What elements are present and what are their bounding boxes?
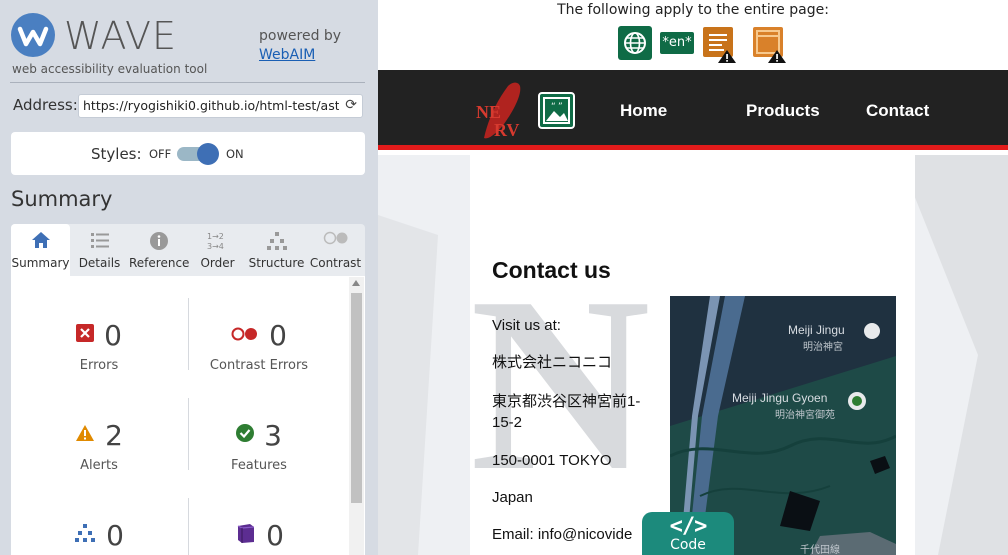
tab-summary[interactable]: Summary <box>11 224 70 276</box>
tab-order[interactable]: 1→2 3→4 Order <box>188 224 247 276</box>
contact-heading: Contact us <box>492 257 611 283</box>
contact-visit-text: Visit us at: <box>492 317 561 334</box>
error-icon <box>76 324 95 346</box>
stat-structure[interactable]: 0 <box>19 518 179 552</box>
stat-alerts[interactable]: 2 Alerts <box>19 418 179 473</box>
site-navbar: NE RV “” Home Products Contact <box>378 70 1008 150</box>
alerts-label: Alerts <box>80 458 118 473</box>
summary-panel: 0 Errors 0 Contrast Errors 2 Alerts 3 Fe… <box>11 276 365 555</box>
stat-aria[interactable]: 0 <box>179 518 339 552</box>
contrast-errors-label: Contrast Errors <box>209 358 309 373</box>
alert-icon <box>75 424 95 446</box>
svg-text:1→2: 1→2 <box>207 232 224 241</box>
image-alt-feature-icon[interactable]: “” <box>538 92 575 129</box>
scroll-up-arrow-icon[interactable] <box>352 280 360 286</box>
aria-count: 0 <box>266 518 284 552</box>
address-input[interactable]: https://ryogishiki0.github.io/html-test/… <box>78 94 363 118</box>
map-label-gyoen: Meiji Jingu Gyoen <box>732 391 828 405</box>
header-divider <box>10 82 365 83</box>
nav-products-link[interactable]: Products <box>746 101 820 121</box>
styles-label: Styles: <box>91 145 142 163</box>
panel-tabs: Summary Details Reference 1→2 3→4 Order S… <box>11 224 365 276</box>
lang-en-icon[interactable]: *en* <box>660 32 694 54</box>
map-label-bottom: 千代田線 <box>800 545 840 555</box>
contact-address-text: 東京都渋谷区神宮前1-15-2 <box>492 393 641 431</box>
powered-by-text: powered by <box>259 28 342 44</box>
styles-off-label: OFF <box>149 147 172 161</box>
contact-email-text: Email: info@nicovide <box>492 526 633 543</box>
tab-contrast[interactable]: Contrast <box>306 224 365 276</box>
alert-layout-icon[interactable] <box>752 26 786 63</box>
code-icon: </> <box>669 514 708 539</box>
order-icon: 1→2 3→4 <box>188 224 247 251</box>
language-icon[interactable] <box>618 26 652 60</box>
scroll-thumb[interactable] <box>351 293 362 503</box>
tab-structure[interactable]: Structure <box>247 224 306 276</box>
stat-features[interactable]: 3 Features <box>179 418 339 474</box>
structure-count: 0 <box>106 518 124 552</box>
list-icon <box>70 224 129 250</box>
wave-logo-icon <box>11 13 55 57</box>
tab-reference[interactable]: Reference <box>129 224 189 276</box>
tab-details[interactable]: Details <box>70 224 129 276</box>
feature-check-icon <box>236 424 255 446</box>
nav-contact-link[interactable]: Contact <box>866 101 929 121</box>
stat-errors[interactable]: 0 Errors <box>19 318 179 373</box>
structure-icon <box>247 224 306 250</box>
nav-home-link[interactable]: Home <box>620 101 667 121</box>
alerts-count: 2 <box>105 418 123 452</box>
contact-country-text: Japan <box>492 489 533 506</box>
svg-text:NE: NE <box>476 102 501 122</box>
contrast-icon <box>306 224 365 250</box>
contrast-error-icon <box>231 326 259 345</box>
home-icon <box>11 224 70 250</box>
toggle-knob[interactable] <box>197 143 219 165</box>
features-label: Features <box>231 458 287 473</box>
svg-text:3→4: 3→4 <box>207 242 224 251</box>
evaluated-page: The following apply to the entire page: … <box>378 0 1008 555</box>
summary-heading: Summary <box>11 187 113 211</box>
webaim-link[interactable]: WebAIM <box>259 47 315 63</box>
errors-count: 0 <box>104 318 122 352</box>
info-icon <box>129 224 188 250</box>
code-button-label: Code <box>670 537 706 553</box>
reload-icon[interactable]: ⟳ <box>345 97 357 113</box>
address-value[interactable]: https://ryogishiki0.github.io/html-test/… <box>83 98 339 113</box>
contact-company-text: 株式会社ニコニコ <box>492 354 613 371</box>
panel-scrollbar[interactable] <box>349 277 364 555</box>
map-label-meiji-jingu-jp: 明治神宮 <box>803 342 843 353</box>
contact-postal-text: 150-0001 TOKYO <box>492 452 612 469</box>
address-label: Address: <box>13 96 78 114</box>
background-watermark-letter: N <box>470 246 651 523</box>
page-banner-text: The following apply to the entire page: <box>557 2 829 18</box>
stat-contrast-errors[interactable]: 0 Contrast Errors <box>179 318 339 374</box>
wave-logo-text: WAVE <box>64 14 178 58</box>
wave-tagline: web accessibility evaluation tool <box>12 62 208 76</box>
contrast-errors-count: 0 <box>269 318 287 352</box>
map-label-meiji-jingu: Meiji Jingu <box>788 323 845 337</box>
wave-sidebar: WAVE web accessibility evaluation tool p… <box>0 0 378 555</box>
code-toggle-button[interactable]: </> Code <box>642 512 734 555</box>
styles-toggle[interactable] <box>177 143 219 165</box>
styles-on-label: ON <box>226 147 244 161</box>
svg-text:“: “ <box>551 102 556 112</box>
nerv-logo-icon: NE RV <box>474 80 530 142</box>
styles-toggle-panel: Styles: OFF ON <box>11 132 365 175</box>
structure-elements-icon <box>74 523 96 547</box>
features-count: 3 <box>264 418 282 452</box>
svg-text:RV: RV <box>494 120 519 140</box>
svg-text:”: ” <box>558 102 563 112</box>
errors-label: Errors <box>79 358 119 373</box>
aria-cube-icon <box>234 522 256 548</box>
alert-long-text-icon[interactable] <box>702 26 736 63</box>
map-label-gyoen-jp: 明治神宮御苑 <box>775 410 835 421</box>
